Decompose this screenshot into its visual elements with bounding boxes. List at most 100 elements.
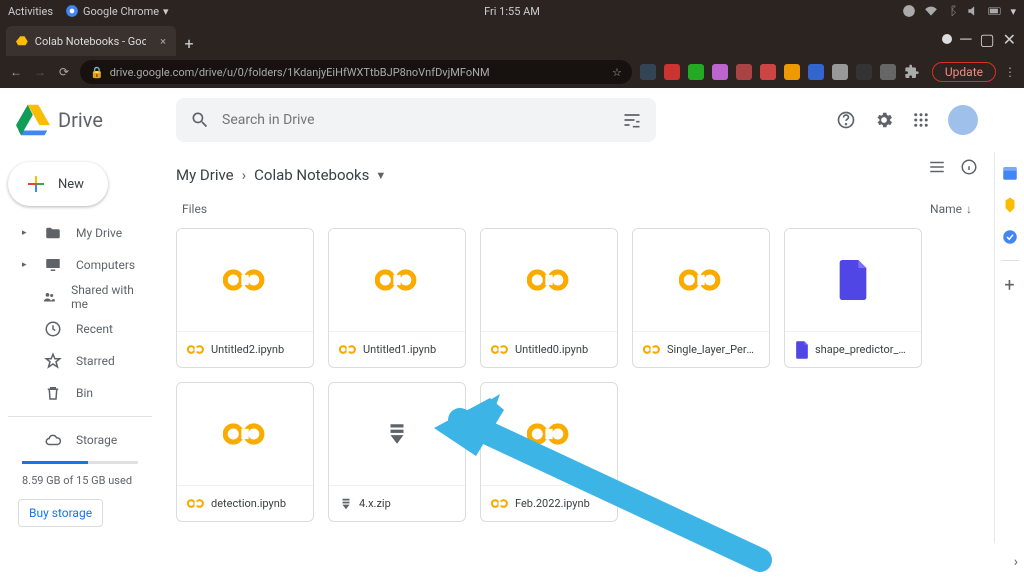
apps-grid-icon[interactable]	[912, 111, 930, 129]
extension-icon[interactable]	[640, 64, 656, 80]
system-tray[interactable]: ▾	[902, 4, 1016, 18]
extension-icon[interactable]	[856, 64, 872, 80]
file-footer: Single_layer_Perceptro...	[633, 331, 769, 367]
app-indicator[interactable]: Google Chrome ▾	[65, 4, 169, 18]
expand-chevron-icon[interactable]: ▸	[22, 228, 30, 238]
sort-name-button[interactable]: Name ↓	[930, 202, 972, 216]
bookmark-star-icon[interactable]: ☆	[612, 66, 622, 79]
keep-icon[interactable]	[1001, 196, 1019, 214]
add-addon-button[interactable]: +	[1004, 275, 1014, 296]
search-options-icon[interactable]	[622, 110, 642, 130]
update-button[interactable]: Update	[932, 62, 996, 82]
extensions-puzzle-icon[interactable]	[904, 64, 920, 80]
extension-icon[interactable]	[664, 64, 680, 80]
file-type-icon	[187, 344, 205, 355]
tab-title: Colab Notebooks - Googl	[35, 35, 146, 48]
tasks-icon[interactable]	[1001, 228, 1019, 246]
file-card[interactable]: Untitled2.ipynb	[176, 228, 314, 368]
extensions-row	[640, 64, 920, 80]
file-name: Single_layer_Perceptro...	[667, 343, 759, 356]
breadcrumb-current[interactable]: Colab Notebooks ▼	[254, 166, 386, 184]
new-button-label: New	[58, 177, 84, 192]
extension-icon[interactable]	[688, 64, 704, 80]
info-icon[interactable]	[960, 158, 978, 176]
extension-icon[interactable]	[784, 64, 800, 80]
file-type-icon	[795, 341, 809, 359]
window-minimize-button[interactable]: ─	[960, 29, 971, 49]
file-thumbnail	[177, 229, 313, 331]
browser-menu-button[interactable]: ⋮	[1004, 65, 1016, 79]
file-card[interactable]: shape_predictor_68_fa...	[784, 228, 922, 368]
extension-icon[interactable]	[832, 64, 848, 80]
nav-forward-button[interactable]: →	[32, 65, 48, 79]
sidebar-item-computers[interactable]: ▸ Computers	[8, 250, 152, 280]
file-name: detection.ipynb	[211, 497, 286, 510]
sidebar-item-my-drive[interactable]: ▸ My Drive	[8, 218, 152, 248]
tab-close-button[interactable]: ×	[160, 35, 166, 48]
address-bar[interactable]: 🔒 drive.google.com/drive/u/0/folders/1Kd…	[80, 60, 632, 84]
help-icon[interactable]	[836, 110, 856, 130]
clock: Fri 1:55 AM	[484, 5, 540, 18]
file-card[interactable]: Untitled0.ipynb	[480, 228, 618, 368]
file-thumbnail	[481, 229, 617, 331]
sidebar-item-label: Starred	[76, 354, 115, 368]
window-maximize-button[interactable]: ▢	[979, 30, 994, 49]
file-footer: Untitled0.ipynb	[481, 331, 617, 367]
breadcrumb-root[interactable]: My Drive	[176, 166, 234, 184]
extension-icon[interactable]	[760, 64, 776, 80]
file-thumbnail	[329, 229, 465, 331]
file-card[interactable]: detection.ipynb	[176, 382, 314, 522]
account-avatar[interactable]	[948, 105, 978, 135]
search-input[interactable]	[222, 112, 610, 128]
side-panel-toggle[interactable]: ›	[1014, 554, 1018, 570]
window-close-button[interactable]: ✕	[1003, 30, 1016, 49]
extension-icon[interactable]	[880, 64, 896, 80]
settings-gear-icon[interactable]	[874, 110, 894, 130]
extension-icon[interactable]	[808, 64, 824, 80]
sidebar-item-recent[interactable]: Recent	[8, 314, 152, 344]
file-thumbnail	[481, 383, 617, 485]
cloud-icon	[44, 431, 62, 449]
sidebar-item-label: My Drive	[76, 226, 122, 240]
nav-reload-button[interactable]: ⟳	[56, 65, 72, 79]
file-card[interactable]: Untitled1.ipynb	[328, 228, 466, 368]
expand-chevron-icon[interactable]: ▸	[22, 260, 30, 270]
file-footer: shape_predictor_68_fa...	[785, 331, 921, 367]
file-card[interactable]: Single_layer_Perceptro...	[632, 228, 770, 368]
browser-tab[interactable]: Colab Notebooks - Googl ×	[6, 26, 176, 56]
sidebar-item-storage[interactable]: Storage	[8, 425, 152, 455]
drive-logo-icon	[16, 103, 50, 137]
file-type-icon	[187, 498, 205, 509]
calendar-icon[interactable]	[1001, 164, 1019, 182]
extension-icon[interactable]	[712, 64, 728, 80]
wifi-icon	[924, 4, 938, 18]
side-panel: +	[994, 152, 1024, 543]
divider	[8, 416, 152, 417]
nav-back-button[interactable]: ←	[8, 65, 24, 79]
power-menu-chevron: ▾	[1010, 5, 1016, 18]
sidebar-item-label: Shared with me	[71, 283, 138, 311]
file-thumbnail	[785, 229, 921, 331]
shared-icon	[42, 290, 57, 305]
recent-icon	[44, 320, 62, 338]
search-bar[interactable]	[176, 98, 656, 142]
file-footer: Untitled1.ipynb	[329, 331, 465, 367]
file-card[interactable]: 4.x.zip	[328, 382, 466, 522]
sidebar-item-bin[interactable]: Bin	[8, 378, 152, 408]
activities-button[interactable]: Activities	[8, 5, 53, 18]
drive-logo[interactable]: Drive	[16, 103, 176, 137]
sidebar-item-shared[interactable]: Shared with me	[8, 282, 152, 312]
lock-icon: 🔒	[90, 66, 104, 79]
file-type-icon	[491, 344, 509, 355]
content-area: My Drive › Colab Notebooks ▼ Files Name …	[160, 152, 994, 543]
file-type-icon	[491, 498, 509, 509]
new-button[interactable]: New	[8, 162, 108, 206]
sidebar-item-starred[interactable]: Starred	[8, 346, 152, 376]
new-tab-button[interactable]: +	[176, 30, 202, 56]
list-view-icon[interactable]	[928, 158, 946, 176]
buy-storage-button[interactable]: Buy storage	[18, 499, 103, 527]
extension-icon[interactable]	[736, 64, 752, 80]
file-card[interactable]: Feb.2022.ipynb	[480, 382, 618, 522]
file-type-icon	[643, 344, 661, 355]
drive-brand-text: Drive	[58, 108, 103, 132]
